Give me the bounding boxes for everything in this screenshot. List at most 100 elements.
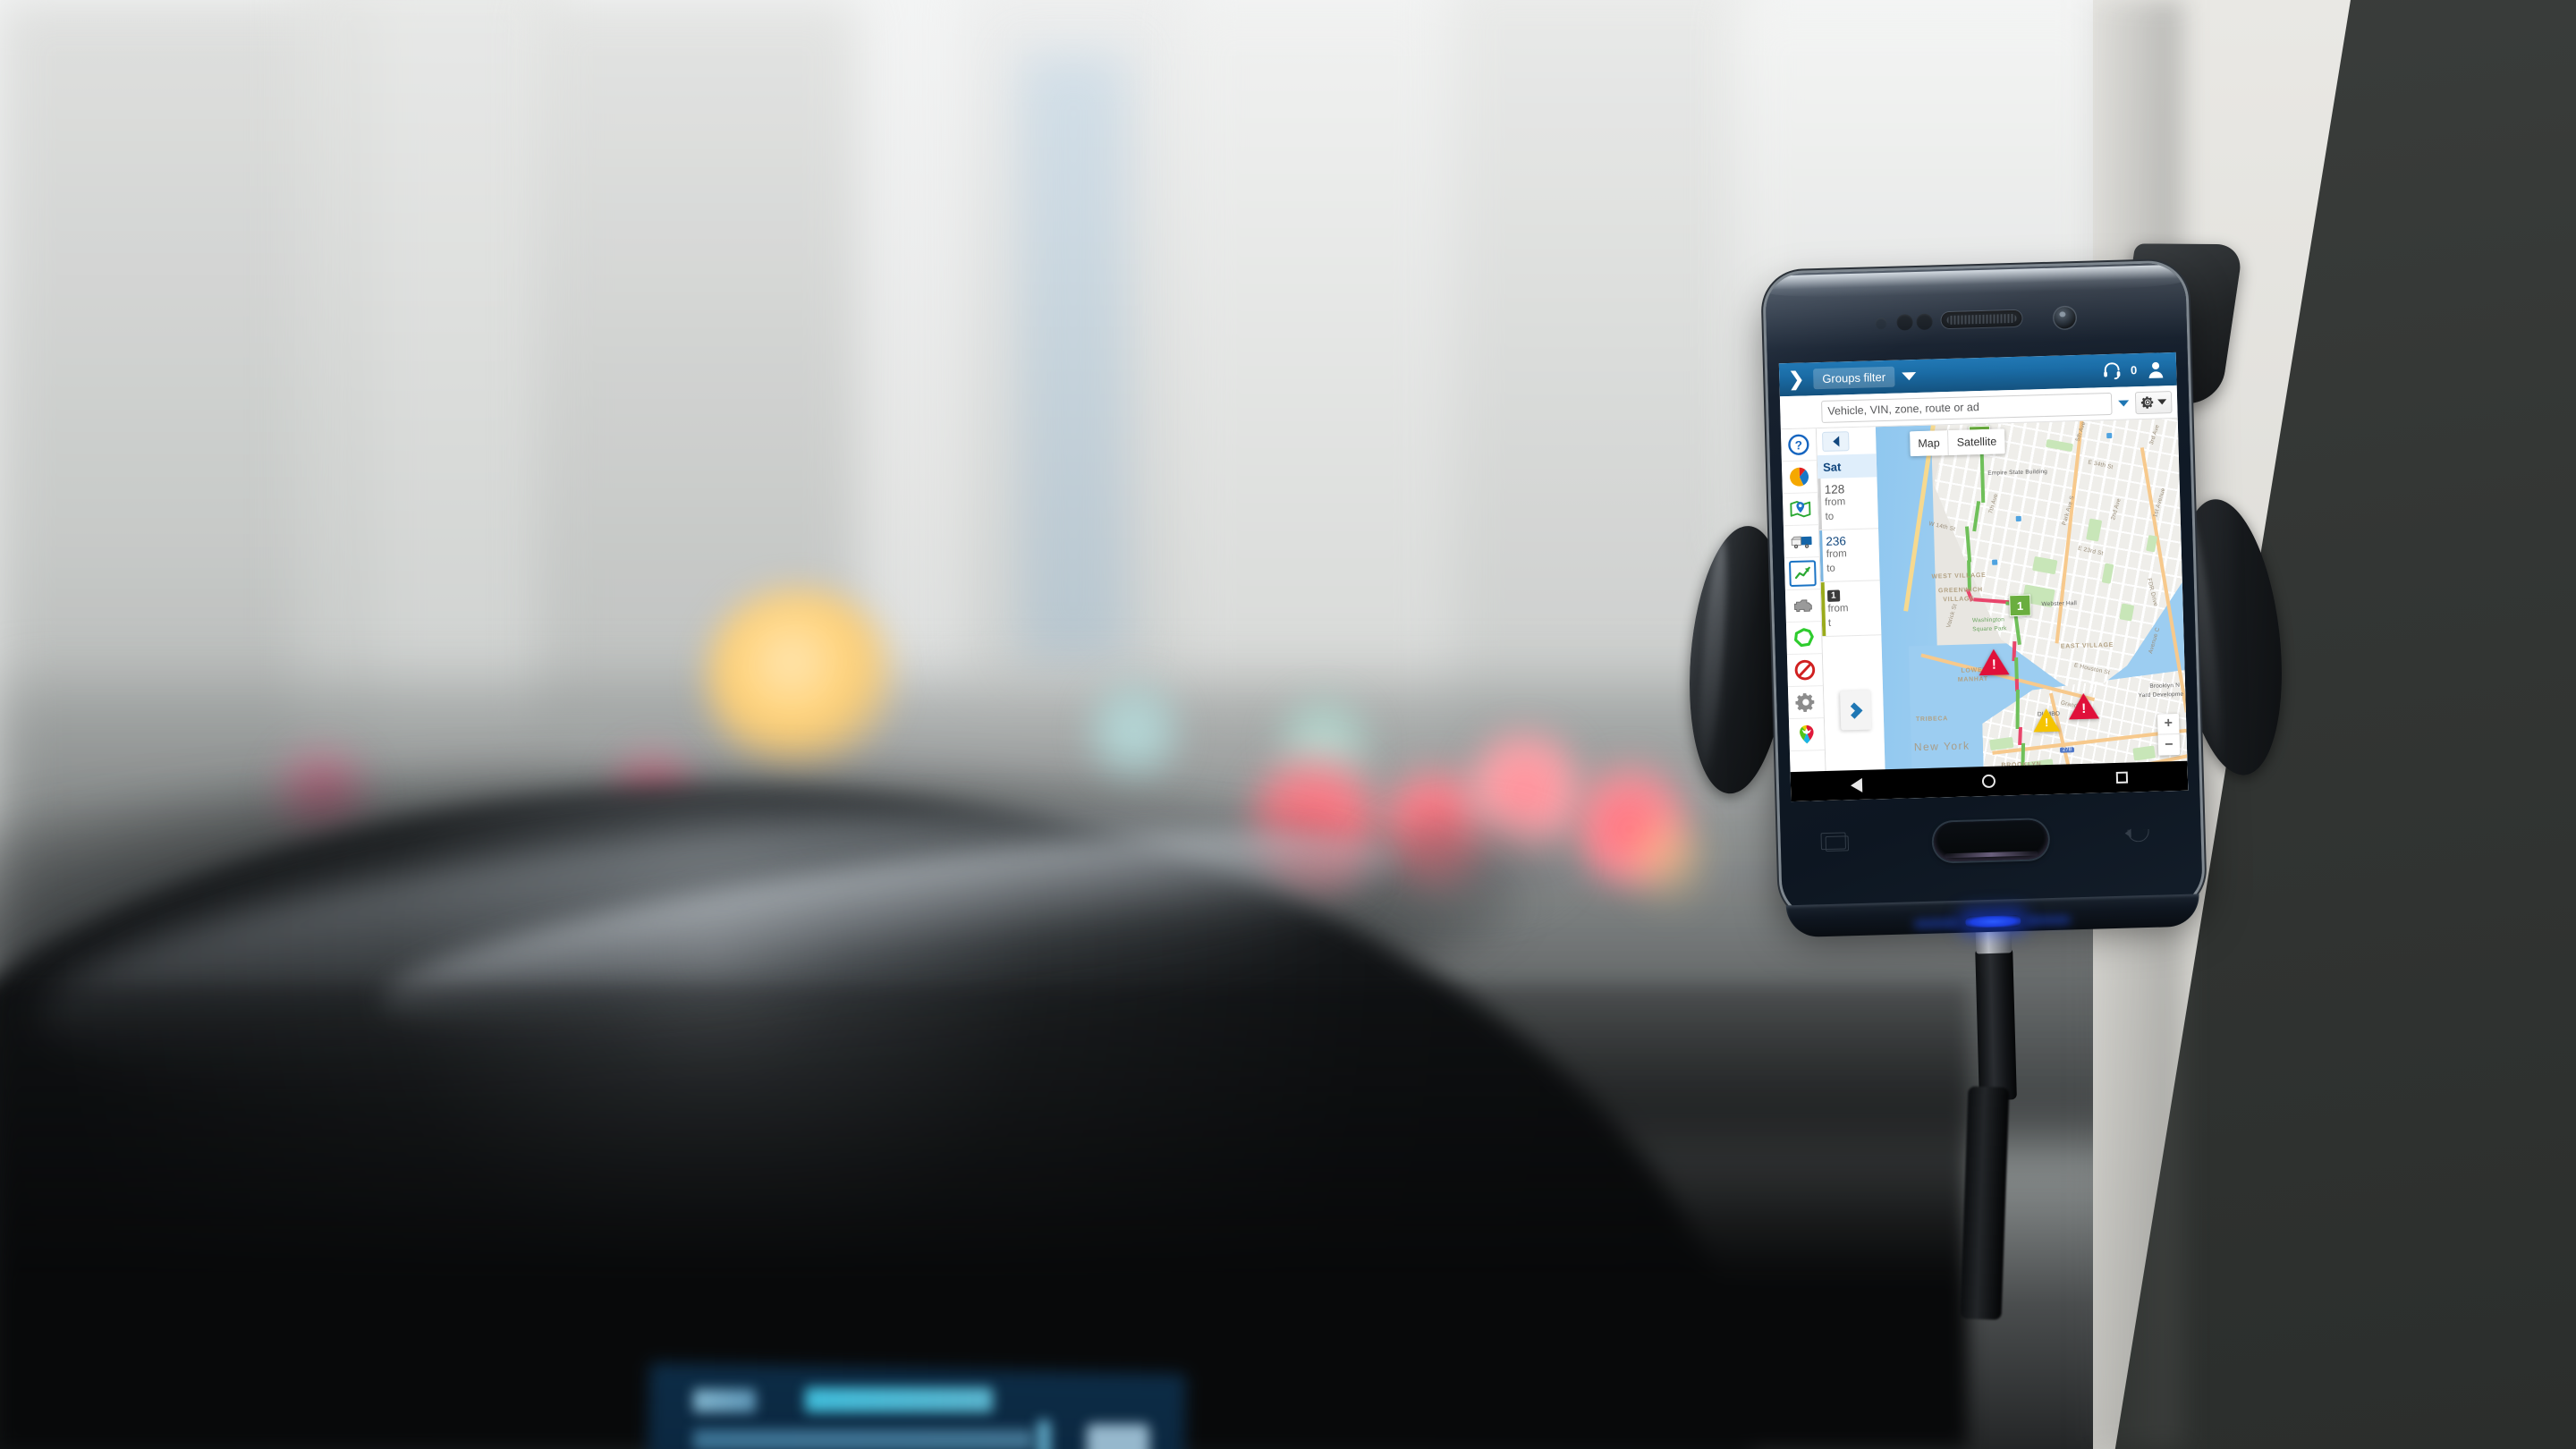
sidebar-item-restrictions[interactable] (1786, 654, 1823, 688)
sidebar-item-analytics[interactable] (1784, 557, 1820, 591)
collapse-panel-button[interactable] (1821, 431, 1850, 452)
list-header: Sat (1817, 453, 1877, 479)
expand-panel-button[interactable] (1840, 690, 1872, 731)
zoom-out-button[interactable]: − (2158, 734, 2181, 756)
nav-back-icon[interactable] (1850, 777, 1863, 792)
bokeh-light (1628, 805, 1708, 912)
list-item[interactable]: 236 from to (1819, 529, 1880, 583)
no-entry-icon (1794, 659, 1816, 681)
settings-caret-icon (2157, 399, 2167, 405)
list-item[interactable]: 1 from t (1820, 580, 1882, 638)
map-label: Washington (1971, 616, 2005, 624)
charging-led-glow (2026, 915, 2072, 926)
map-label-street: Varick St (1945, 603, 1959, 629)
map-type-satellite-button[interactable]: Satellite (1947, 428, 2005, 456)
list-item-from: from (1825, 496, 1846, 508)
map-poi-icon (2015, 515, 2021, 521)
search-placeholder: Vehicle, VIN, zone, route or ad (1827, 401, 1980, 418)
sidebar-item-layers[interactable] (1788, 718, 1825, 752)
map-view[interactable]: Empire State Building WEST VILLAGE GREEN… (1875, 418, 2189, 800)
cluster-readout-box (1087, 1424, 1149, 1449)
map-label: Yard Developme (2138, 691, 2184, 699)
list-item-from: from (1827, 603, 1849, 614)
list-item-title: 128 (1824, 482, 1845, 496)
search-dropdown-icon[interactable] (2118, 399, 2130, 407)
map-marker-alert-critical[interactable]: ! (2068, 692, 2100, 720)
user-avatar-icon[interactable] (2146, 360, 2166, 380)
app-body: ? Sat 128 from to 236 from to 1 from t E… (1780, 418, 2189, 802)
nav-home-icon[interactable] (1982, 774, 1996, 789)
list-item-to: to (1825, 511, 1835, 522)
map-marker-alert-warning[interactable]: ! (2032, 708, 2061, 733)
list-item-from: from (1826, 548, 1847, 560)
map-highway-shield: 278 (2059, 747, 2075, 753)
sidebar-item-map[interactable] (1782, 493, 1818, 527)
scene: ❯ Groups filter 0 Vehicle, VIN, zone, ro… (0, 0, 2576, 1449)
building-blur (1181, 0, 1449, 769)
list-item-to: to (1826, 563, 1836, 574)
sidebar-item-engine[interactable] (1784, 589, 1821, 623)
back-capacitive-icon[interactable] (2127, 828, 2149, 843)
list-item-to: t (1827, 617, 1832, 629)
proximity-sensor-icon (1916, 313, 1933, 330)
list-collapse-row (1817, 427, 1877, 455)
list-item-accent-bar (1818, 479, 1823, 530)
header-actions: 0 (2102, 360, 2170, 381)
map-label: Square Park (1972, 625, 2007, 633)
engine-icon (1794, 599, 1812, 613)
groups-filter-dropdown-icon[interactable] (1901, 372, 1917, 381)
map-poi-icon (2106, 432, 2113, 439)
list-item-badge: 1 (1826, 589, 1840, 602)
nav-recents-icon[interactable] (2115, 771, 2128, 784)
search-input[interactable]: Vehicle, VIN, zone, route or ad (1820, 392, 2113, 423)
exclamation-icon: ! (2081, 700, 2087, 716)
route-segment (2015, 689, 2020, 730)
front-camera-icon (2054, 307, 2076, 329)
home-button[interactable] (1933, 819, 2049, 862)
map-marker-stop[interactable]: 1 (2009, 594, 2031, 617)
svg-text:?: ? (1795, 438, 1803, 452)
earpiece-speaker-icon (1941, 309, 2022, 329)
chevron-right-icon (1845, 701, 1862, 719)
triangle-left-icon (1832, 436, 1839, 447)
usb-cable-tail (1960, 1086, 2010, 1320)
building-blur (1020, 54, 1127, 662)
list-item-accent-bar (1819, 530, 1824, 582)
ambient-light-sensor-icon (1875, 317, 1887, 330)
sidebar-item-help[interactable]: ? (1780, 428, 1817, 462)
groups-filter-button[interactable]: Groups filter (1813, 366, 1895, 390)
headset-icon[interactable] (2102, 360, 2123, 381)
charging-led-glow (1913, 918, 1959, 929)
map-label-city: New York (1913, 739, 1970, 754)
building-blur (295, 0, 564, 769)
settings-button[interactable] (2134, 390, 2173, 414)
list-item[interactable]: 128 from to (1818, 477, 1879, 531)
map-label: GREENWICH (1937, 587, 1983, 595)
sidebar-selection-frame (1788, 560, 1817, 588)
list-item-title: 236 (1826, 534, 1847, 548)
sidebar-item-zones[interactable] (1785, 622, 1822, 656)
phone-sensor-row (1766, 304, 2186, 337)
map-poi-icon (1992, 559, 1998, 565)
map-marker-alert-critical[interactable]: ! (1978, 648, 2010, 676)
route-segment (2014, 657, 2019, 682)
map-label: VILLAGE (1943, 596, 1975, 604)
list-item-accent-bar (1820, 582, 1826, 637)
map-label: Webster Hall (2041, 600, 2078, 608)
cluster-data-row (693, 1429, 1033, 1449)
map-type-control: Map Satellite (1910, 428, 2005, 457)
sidebar-item-reports[interactable] (1781, 461, 1818, 495)
header-spacer (1923, 371, 2095, 376)
map-type-map-button[interactable]: Map (1910, 430, 1949, 457)
sidebar-item-fleet[interactable] (1783, 525, 1819, 559)
usb-cable (1975, 947, 2017, 1101)
recents-capacitive-icon[interactable] (1825, 835, 1850, 852)
gear-icon (1795, 693, 1815, 713)
map-pin-icon (1790, 501, 1811, 518)
exclamation-icon: ! (2044, 716, 2049, 730)
menu-toggle-icon[interactable]: ❯ (1786, 369, 1807, 390)
cluster-gauge-bar (1038, 1420, 1050, 1449)
exclamation-icon: ! (1991, 657, 1997, 673)
zoom-in-button[interactable]: + (2157, 713, 2180, 735)
sidebar-item-settings[interactable] (1787, 686, 1824, 720)
